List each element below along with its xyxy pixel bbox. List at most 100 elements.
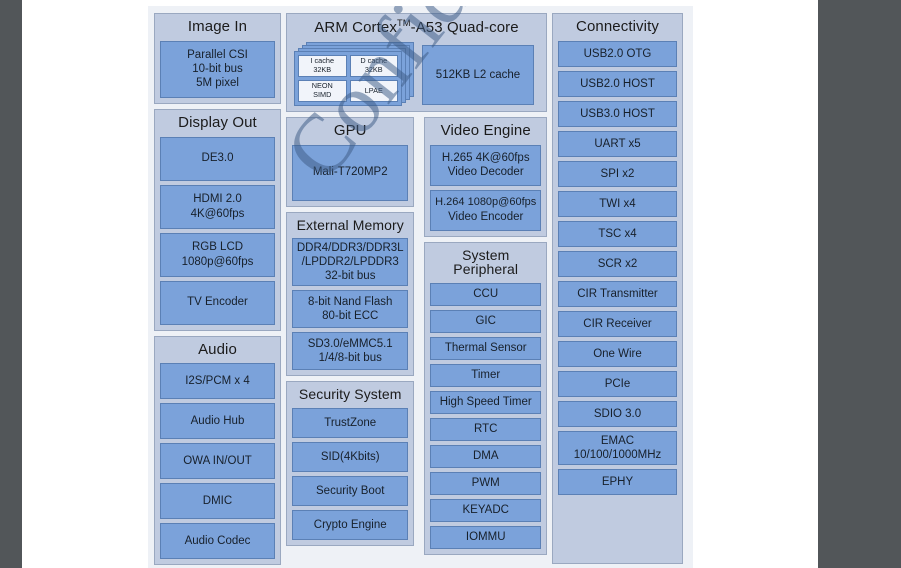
block-timer[interactable]: Timer: [430, 363, 541, 387]
block-sdio-30[interactable]: SDIO 3.0: [558, 400, 677, 427]
viewer-left-gutter: [0, 0, 22, 568]
block-l2-cache[interactable]: 512KB L2 cache: [422, 44, 534, 105]
block-emac[interactable]: EMAC 10/100/1000MHz: [558, 430, 677, 465]
block-cir-transmitter[interactable]: CIR Transmitter: [558, 280, 677, 307]
block-de30[interactable]: DE3.0: [160, 136, 275, 181]
block-audio-codec[interactable]: Audio Codec: [160, 523, 275, 560]
block-line: SDIO 3.0: [593, 407, 642, 420]
block-cir-receiver[interactable]: CIR Receiver: [558, 310, 677, 337]
block-mali-t720mp2[interactable]: Mali-T720MP2: [292, 144, 409, 201]
group-security-system: Security System TrustZone SID(4Kbits) Se…: [286, 381, 415, 546]
block-one-wire[interactable]: One Wire: [558, 340, 677, 367]
cell-line: LPAE: [364, 85, 383, 95]
diagram-column-center: ARM CortexTM-A53 Quad-core I cache 32KB: [286, 13, 547, 564]
block-line: One Wire: [593, 347, 642, 360]
diagram-column-connectivity: Connectivity USB2.0 OTG USB2.0 HOST USB3…: [552, 13, 683, 564]
block-line: RTC: [474, 423, 498, 436]
block-high-speed-timer[interactable]: High Speed Timer: [430, 390, 541, 414]
block-h265-decoder[interactable]: H.265 4K@60fps Video Decoder: [430, 144, 541, 186]
block-tsc-x4[interactable]: TSC x4: [558, 220, 677, 247]
block-line: CIR Transmitter: [577, 287, 658, 300]
block-gic[interactable]: GIC: [430, 309, 541, 333]
block-line: Audio Codec: [184, 535, 251, 548]
block-line: DE3.0: [201, 152, 234, 165]
block-line: SD3.0/eMMC5.1: [307, 338, 393, 351]
block-dma[interactable]: DMA: [430, 444, 541, 468]
block-line: Video Encoder: [448, 210, 524, 223]
block-line: EPHY: [601, 475, 634, 488]
group-title-display-out: Display Out: [178, 113, 257, 131]
block-security-boot[interactable]: Security Boot: [292, 475, 409, 506]
block-dmic[interactable]: DMIC: [160, 483, 275, 520]
group-title-video-engine: Video Engine: [440, 121, 531, 139]
block-uart-x5[interactable]: UART x5: [558, 130, 677, 157]
cpu-title-trademark: TM: [396, 18, 411, 28]
block-scr-x2[interactable]: SCR x2: [558, 250, 677, 277]
group-title-system-peripheral: System Peripheral: [453, 246, 519, 278]
diagram-column-left: Image In Parallel CSI 10-bit bus 5M pixe…: [154, 13, 281, 566]
block-pcie[interactable]: PCIe: [558, 370, 677, 397]
block-line: Thermal Sensor: [444, 342, 527, 355]
group-gpu: GPU Mali-T720MP2: [286, 116, 415, 207]
block-line: H.264 1080p@60fps: [435, 196, 537, 209]
block-pwm[interactable]: PWM: [430, 471, 541, 495]
block-rtc[interactable]: RTC: [430, 417, 541, 441]
block-line: PCIe: [604, 377, 631, 390]
block-ephy[interactable]: EPHY: [558, 468, 677, 495]
group-title-security-system: Security System: [298, 386, 402, 403]
group-audio: Audio I2S/PCM x 4 Audio Hub OWA IN/OUT D…: [154, 335, 281, 566]
block-ccu[interactable]: CCU: [430, 282, 541, 306]
diagram-subcolumn-video-sysperiph: Video Engine H.265 4K@60fps Video Decode…: [424, 116, 547, 555]
block-line: TSC x4: [598, 227, 637, 240]
block-hdmi-20[interactable]: HDMI 2.0 4K@60fps: [160, 184, 275, 229]
block-ddr[interactable]: DDR4/DDR3/DDR3L /LPDDR2/LPDDR3 32-bit bu…: [292, 238, 409, 287]
block-tv-encoder[interactable]: TV Encoder: [160, 280, 275, 325]
block-usb20-host[interactable]: USB2.0 HOST: [558, 70, 677, 97]
block-line: Video Decoder: [447, 166, 524, 178]
block-sd-emmc[interactable]: SD3.0/eMMC5.1 1/4/8-bit bus: [292, 332, 409, 371]
block-line: TV Encoder: [187, 296, 248, 309]
block-line: USB2.0 HOST: [580, 77, 655, 90]
cpu-core-card-front: I cache 32KB D cache 32KB NEON SIMD LPAE: [294, 50, 402, 106]
block-line: I2S/PCM x 4: [185, 375, 250, 388]
block-twi-x4[interactable]: TWI x4: [558, 190, 677, 217]
block-h264-encoder[interactable]: H.264 1080p@60fps Video Encoder: [430, 189, 541, 231]
block-line: 10-bit bus: [192, 63, 243, 76]
block-sid-4kbits[interactable]: SID(4Kbits): [292, 441, 409, 472]
block-trustzone[interactable]: TrustZone: [292, 407, 409, 438]
block-keyadc[interactable]: KEYADC: [430, 498, 541, 522]
cell-line: 32KB: [364, 64, 383, 74]
group-title-image-in: Image In: [187, 18, 248, 35]
group-title-cpu: ARM CortexTM-A53 Quad-core: [292, 18, 541, 38]
block-nand-flash[interactable]: 8-bit Nand Flash 80-bit ECC: [292, 290, 409, 329]
block-line: Mali-T720MP2: [312, 166, 388, 179]
group-video-engine: Video Engine H.265 4K@60fps Video Decode…: [424, 116, 547, 237]
block-line: SPI x2: [600, 167, 635, 180]
block-audio-hub[interactable]: Audio Hub: [160, 403, 275, 440]
cpu-core-stack[interactable]: I cache 32KB D cache 32KB NEON SIMD LPAE: [294, 41, 414, 106]
block-thermal-sensor[interactable]: Thermal Sensor: [430, 336, 541, 360]
group-connectivity: Connectivity USB2.0 OTG USB2.0 HOST USB3…: [552, 13, 683, 564]
block-line: USB2.0 OTG: [583, 47, 652, 60]
diagram-subcolumn-gpu-mem-security: GPU Mali-T720MP2 External Memory DDR4/DD…: [286, 116, 415, 546]
block-usb30-host[interactable]: USB3.0 HOST: [558, 100, 677, 127]
group-title-audio: Audio: [198, 340, 237, 358]
block-usb20-otg[interactable]: USB2.0 OTG: [558, 40, 677, 67]
block-line: 1/4/8-bit bus: [318, 352, 382, 365]
group-arm-cortex-a53: ARM CortexTM-A53 Quad-core I cache 32KB: [286, 13, 547, 112]
block-iommu[interactable]: IOMMU: [430, 525, 541, 549]
block-spi-x2[interactable]: SPI x2: [558, 160, 677, 187]
block-crypto-engine[interactable]: Crypto Engine: [292, 509, 409, 540]
cell-d-cache: D cache 32KB: [349, 54, 398, 77]
block-parallel-csi[interactable]: Parallel CSI 10-bit bus 5M pixel: [160, 40, 275, 98]
cell-line: SIMD: [313, 89, 332, 99]
group-display-out: Display Out DE3.0 HDMI 2.0 4K@60fps RGB …: [154, 108, 281, 331]
block-owa-in-out[interactable]: OWA IN/OUT: [160, 443, 275, 480]
block-rgb-lcd[interactable]: RGB LCD 1080p@60fps: [160, 232, 275, 277]
viewer-right-gutter: [818, 0, 901, 568]
group-image-in: Image In Parallel CSI 10-bit bus 5M pixe…: [154, 13, 281, 104]
block-line: H.265 4K@60fps: [441, 151, 530, 164]
block-line: 5M pixel: [196, 77, 239, 90]
block-i2s-pcm[interactable]: I2S/PCM x 4: [160, 363, 275, 400]
cpu-title-pre: ARM Cortex: [314, 19, 397, 36]
